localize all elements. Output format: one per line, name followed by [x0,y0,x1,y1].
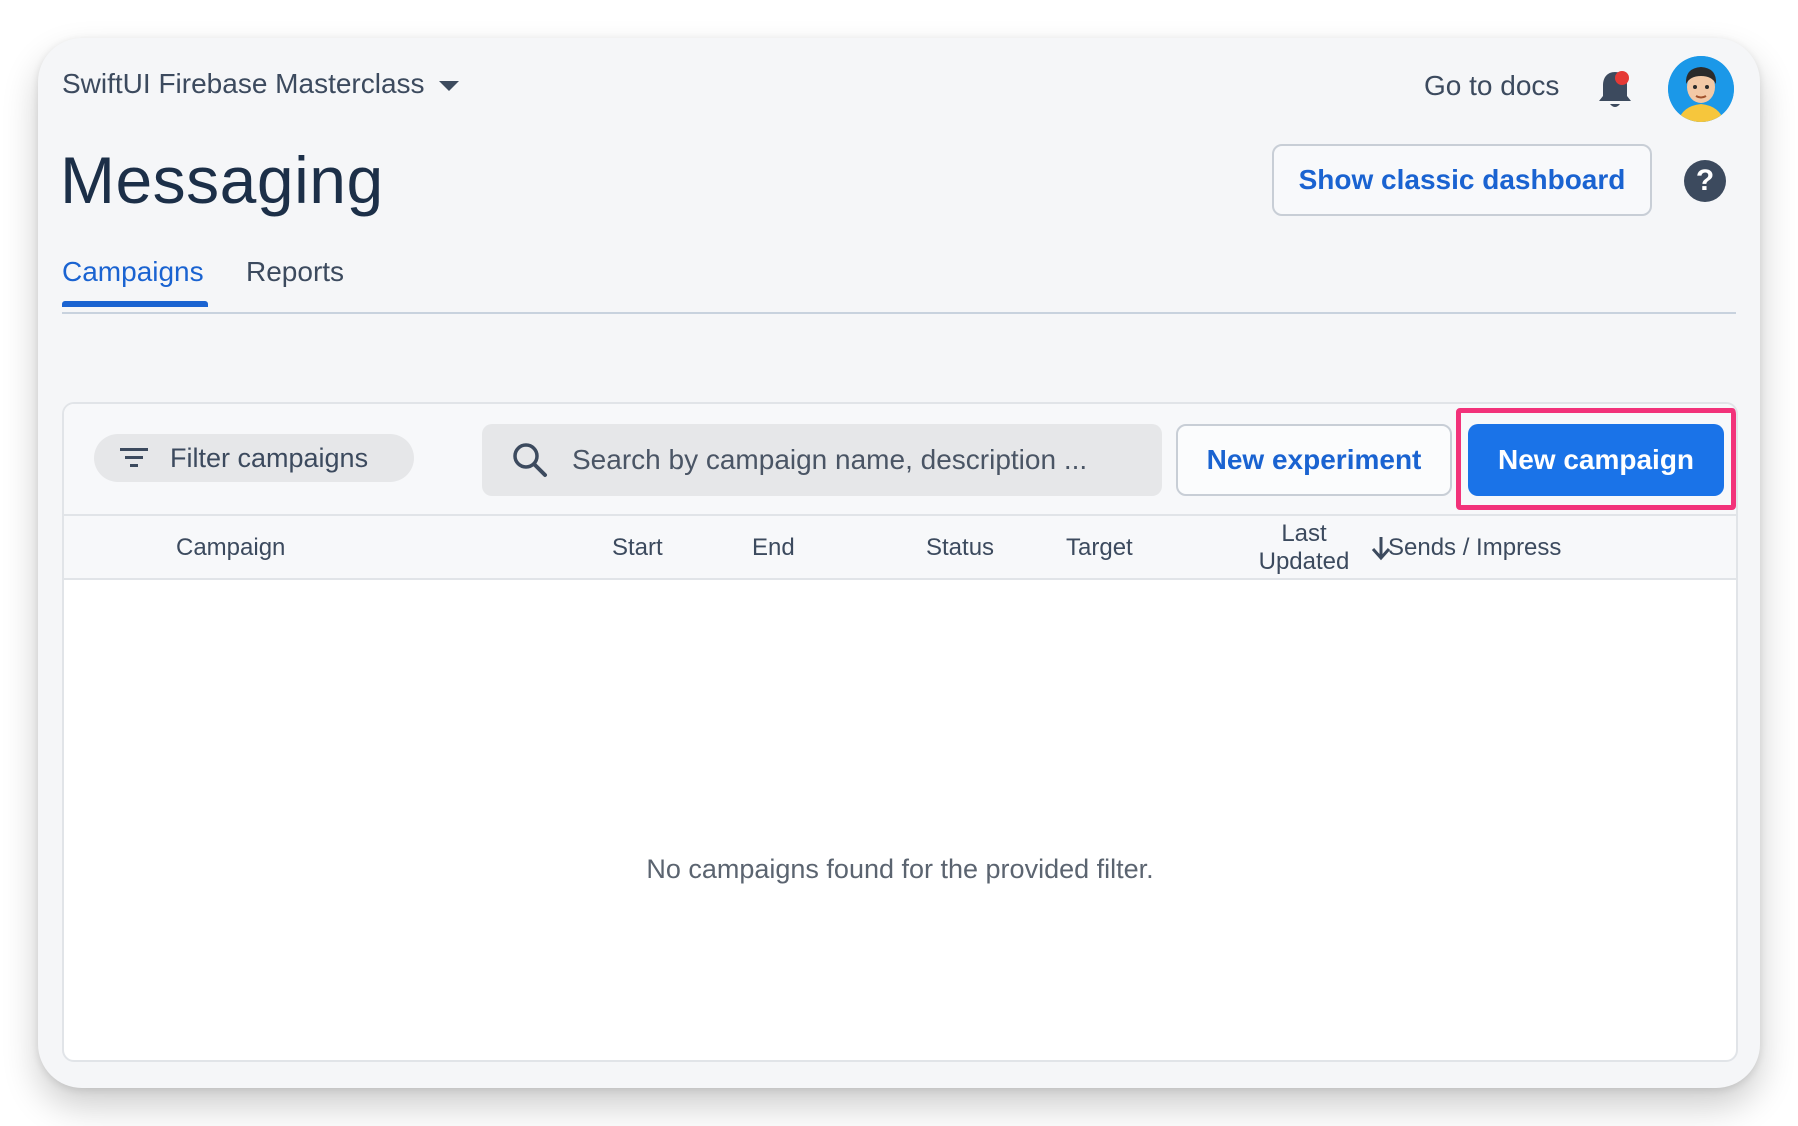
filter-icon [120,448,148,467]
active-tab-indicator [62,301,208,307]
column-status[interactable]: Status [926,534,994,562]
table-header: Campaign Start End Status Target Last Up… [64,516,1736,580]
campaigns-toolbar: Filter campaigns New experiment New camp… [64,404,1736,516]
new-campaign-button[interactable]: New campaign [1468,424,1724,496]
project-name: SwiftUI Firebase Masterclass [62,68,425,99]
column-target[interactable]: Target [1066,534,1133,562]
notifications-button[interactable] [1595,68,1635,112]
tab-reports[interactable]: Reports [246,256,344,288]
column-last-updated[interactable]: Last Updated [1254,520,1354,576]
column-last-updated-line1: Last [1281,520,1327,547]
search-icon [513,443,547,477]
column-end[interactable]: End [752,534,795,562]
app-window: SwiftUI Firebase Masterclass Go to docs … [38,38,1760,1088]
chevron-down-icon [438,81,459,91]
new-experiment-button[interactable]: New experiment [1176,424,1452,496]
page-title: Messaging [60,143,384,217]
tab-bar: Campaigns Reports [62,256,1736,314]
column-last-updated-line2: Updated [1258,548,1350,575]
search-box [482,424,1162,496]
empty-state-message: No campaigns found for the provided filt… [646,854,1154,884]
search-input[interactable] [572,444,1132,476]
campaigns-card: Filter campaigns New experiment New camp… [62,402,1738,1062]
column-start[interactable]: Start [612,534,663,562]
avatar[interactable] [1668,56,1734,122]
show-classic-dashboard-button[interactable]: Show classic dashboard [1272,144,1652,216]
tab-reports-label: Reports [246,256,345,287]
help-icon[interactable]: ? [1684,160,1726,202]
tab-campaigns-label: Campaigns [62,256,204,287]
tab-campaigns[interactable]: Campaigns [62,256,208,307]
filter-campaigns-label: Filter campaigns [170,442,369,473]
project-selector[interactable]: SwiftUI Firebase Masterclass [62,68,459,100]
column-campaign[interactable]: Campaign [176,534,285,562]
filter-campaigns-button[interactable]: Filter campaigns [94,434,414,482]
go-to-docs-link[interactable]: Go to docs [1424,70,1559,102]
column-sends[interactable]: Sends / Impress [1388,534,1561,562]
bell-icon [1599,71,1631,107]
